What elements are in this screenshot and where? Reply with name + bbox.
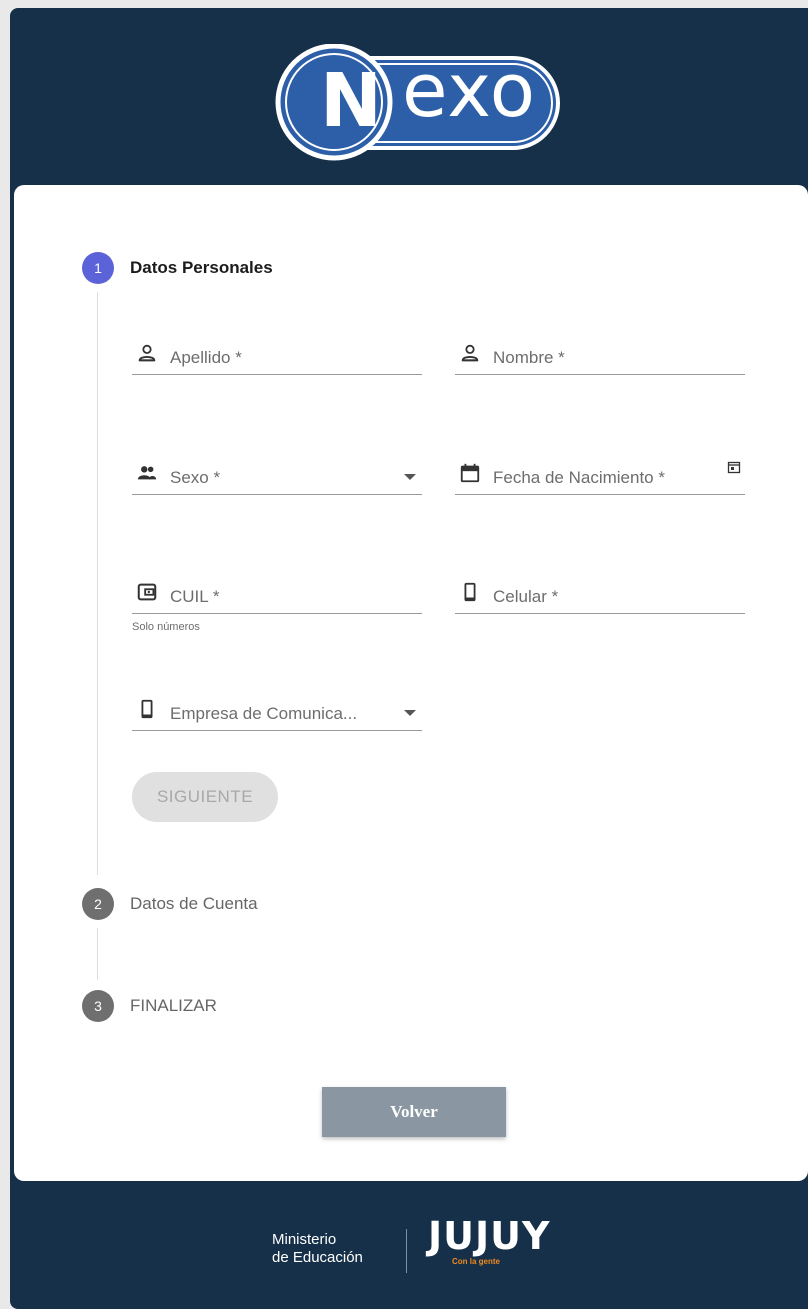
step-2[interactable]: 2 Datos de Cuenta [82, 888, 258, 920]
celular-field[interactable]: Celular * [455, 577, 745, 614]
step-1[interactable]: 1 Datos Personales [82, 252, 273, 284]
app-frame: N exo 1 Datos Personales Apellido * Nomb… [10, 8, 808, 1309]
wallet-icon [136, 581, 158, 603]
empresa-select[interactable]: Empresa de Comunica... [132, 694, 422, 731]
chevron-down-icon [404, 474, 416, 480]
step-3-label: FINALIZAR [130, 996, 217, 1015]
person-icon [136, 342, 158, 364]
next-button[interactable]: SIGUIENTE [132, 772, 278, 822]
step-connector [97, 292, 98, 875]
cuil-field[interactable]: CUIL * [132, 577, 422, 614]
ministerio-logo: Ministerio de Educación [272, 1231, 363, 1267]
celular-label: Celular * [493, 587, 559, 606]
people-icon [136, 462, 158, 484]
calendar-icon [459, 462, 481, 484]
registration-card: 1 Datos Personales Apellido * Nombre * S… [14, 185, 808, 1181]
jujuy-tagline: Con la gente [452, 1257, 501, 1266]
chevron-down-icon [404, 710, 416, 716]
nexo-logo: N exo [272, 43, 564, 164]
phone-icon [136, 698, 158, 720]
step-2-label: Datos de Cuenta [130, 894, 258, 913]
apellido-field[interactable]: Apellido * [132, 338, 422, 375]
cuil-hint: Solo números [132, 621, 200, 633]
step-1-label: Datos Personales [130, 258, 273, 277]
person-icon [459, 342, 481, 364]
nombre-field[interactable]: Nombre * [455, 338, 745, 375]
logo-initial: N [320, 58, 382, 144]
ministerio-line1: Ministerio [272, 1231, 337, 1248]
cuil-label: CUIL * [170, 587, 220, 606]
ministerio-line2: de Educación [272, 1249, 363, 1266]
fecha-nacimiento-label: Fecha de Nacimiento * [493, 468, 665, 487]
jujuy-logo: JUJUY [428, 1214, 551, 1258]
step-1-number: 1 [82, 252, 114, 284]
sexo-label: Sexo * [170, 468, 221, 487]
back-button[interactable]: Volver [322, 1087, 506, 1137]
step-3-number: 3 [82, 990, 114, 1022]
sexo-select[interactable]: Sexo * [132, 458, 422, 495]
logo-wordmark: exo [402, 48, 537, 134]
apellido-label: Apellido * [170, 348, 242, 367]
phone-icon [459, 581, 481, 603]
fecha-nacimiento-field[interactable]: Fecha de Nacimiento * [455, 458, 745, 495]
footer-divider [406, 1229, 407, 1273]
step-3[interactable]: 3 FINALIZAR [82, 990, 217, 1022]
empresa-label: Empresa de Comunica... [170, 704, 358, 723]
step-connector [97, 928, 98, 980]
step-2-number: 2 [82, 888, 114, 920]
footer: Ministerio de Educación JUJUY Con la gen… [10, 1203, 808, 1303]
calendar-picker-icon[interactable] [727, 460, 741, 474]
nombre-label: Nombre * [493, 348, 565, 367]
